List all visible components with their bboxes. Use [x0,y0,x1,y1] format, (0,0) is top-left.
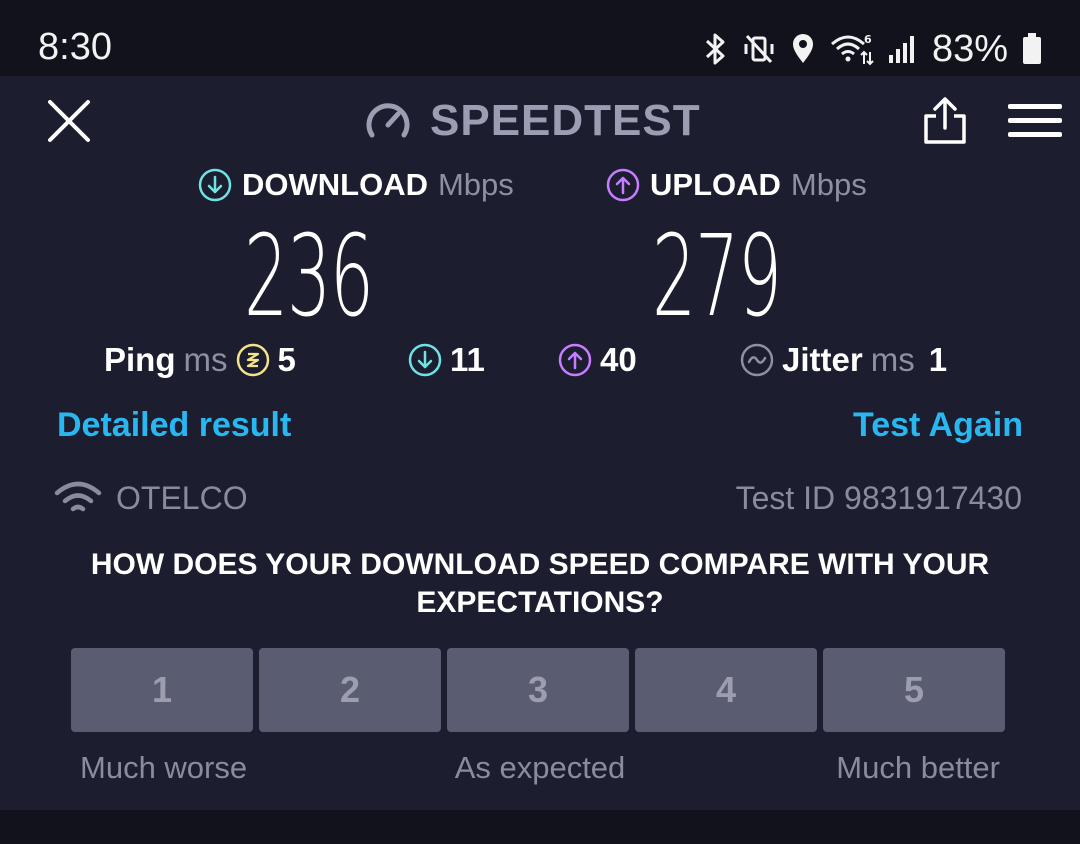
ping-idle-icon [236,343,269,377]
download-unit: Mbps [437,167,514,202]
ping-download: 11 [408,338,485,382]
battery-icon [1023,33,1041,64]
status-bar: 8:30 6 83% [0,0,1080,76]
status-icons: 6 83% [702,24,1042,74]
close-icon[interactable] [46,98,92,144]
download-label: DOWNLOAD [242,167,428,202]
menu-icon[interactable] [1008,102,1062,140]
test-again-link[interactable]: Test Again [853,406,1023,445]
survey-question: HOW DOES YOUR DOWNLOAD SPEED COMPARE WIT… [90,548,990,619]
upload-label: UPLOAD [650,167,781,202]
svg-text:6: 6 [864,33,872,46]
upload-header: UPLOAD Mbps [606,166,867,204]
status-time: 8:30 [38,26,112,68]
rating-options: 1 2 3 4 5 [71,648,1005,732]
wifi-icon [54,481,102,512]
detailed-result-link[interactable]: Detailed result [57,406,291,445]
provider-info: OTELCO [54,476,248,520]
test-id: Test ID 9831917430 [735,480,1022,516]
bluetooth-icon [705,33,725,65]
jitter-value: 1 [928,341,948,378]
battery-percentage: 83% [931,27,1008,70]
ping-label: Ping [104,341,176,378]
rating-button-4[interactable]: 4 [635,648,817,732]
rating-button-2[interactable]: 2 [259,648,441,732]
provider-name: OTELCO [116,479,248,516]
jitter-icon [740,343,774,377]
jitter: Jitter ms 1 [740,338,947,382]
wifi-6-icon: 6 [830,33,874,66]
upload-unit: Mbps [790,167,867,202]
jitter-unit: ms [870,341,915,378]
rating-button-1[interactable]: 1 [71,648,253,732]
ping-upload-icon [558,343,592,377]
ping-unit: ms [183,341,228,378]
ping-idle-value: 5 [277,341,296,378]
download-value: 236 [244,212,374,342]
ping-download-value: 11 [450,341,485,378]
rating-label-high: Much better [836,750,1000,785]
bottom-strip [0,810,1080,844]
jitter-label: Jitter [782,341,863,378]
ping-idle: Ping ms 5 [104,338,296,382]
app-title: SPEEDTEST [430,96,701,145]
upload-arrow-icon [606,168,640,202]
latency-stats: Ping ms 5 11 40 Jitter ms 1 [0,338,1080,382]
app-logo: SPEEDTEST [364,96,701,146]
ping-upload-value: 40 [600,341,637,378]
rating-button-5[interactable]: 5 [823,648,1005,732]
ping-download-icon [408,343,442,377]
speedometer-icon [366,103,410,138]
share-icon[interactable] [920,96,970,146]
rating-button-3[interactable]: 3 [447,648,629,732]
vibrate-off-icon [744,34,774,64]
download-header: DOWNLOAD Mbps [198,166,514,204]
download-arrow-icon [198,168,232,202]
location-icon [792,34,813,63]
ping-upload: 40 [558,338,637,382]
cell-signal-icon [888,36,914,63]
upload-value: 279 [652,212,782,342]
